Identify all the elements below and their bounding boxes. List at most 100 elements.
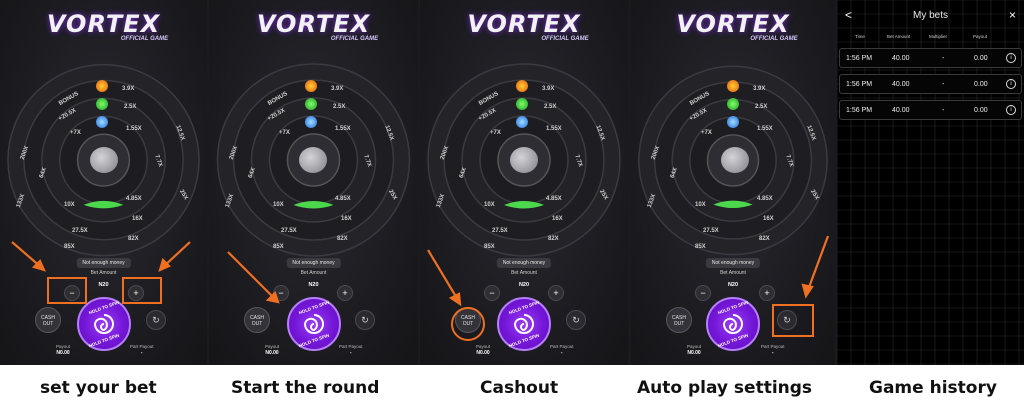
logo-subtitle: OFFICIAL GAME bbox=[750, 36, 798, 42]
autoplay-icon[interactable]: ↻ bbox=[355, 310, 375, 330]
ring-label: 1.55X bbox=[546, 126, 562, 132]
clover-icon bbox=[96, 98, 108, 110]
caption-autoplay: Auto play settings bbox=[637, 378, 813, 398]
payout-display: Payout N0.00 bbox=[265, 344, 279, 356]
ring-label: 3.9X bbox=[331, 86, 344, 92]
autoplay-icon[interactable]: ↻ bbox=[566, 310, 586, 330]
ring-label: 10X bbox=[695, 202, 706, 208]
cashout-button[interactable]: CASH OUT bbox=[35, 307, 61, 333]
cashout-label-2: OUT bbox=[251, 321, 263, 327]
ring-label: 4.85X bbox=[757, 196, 773, 202]
highlight-plus bbox=[122, 277, 162, 304]
vortex-logo: VORTEX OFFICIAL GAME bbox=[676, 10, 797, 42]
logo-subtitle: OFFICIAL GAME bbox=[120, 36, 169, 42]
hold-to-spin-button[interactable]: HOLD TO SPIN HOLD TO SPIN bbox=[76, 297, 131, 351]
payout-display: Payout N0.00 bbox=[56, 344, 70, 356]
col-time: Time bbox=[855, 34, 865, 39]
fire-icon bbox=[727, 80, 739, 92]
ring-label: 10X bbox=[484, 202, 495, 208]
info-icon[interactable]: i bbox=[1006, 79, 1016, 89]
not-enough-money-notice: Not enough money bbox=[705, 258, 761, 268]
payout-label: Payout bbox=[687, 344, 702, 349]
ring-label: 85X bbox=[64, 244, 75, 250]
caption-game-history: Game history bbox=[869, 378, 997, 398]
autoplay-icon[interactable]: ↻ bbox=[146, 310, 166, 330]
ring-label: 4.85X bbox=[546, 196, 562, 202]
payout-display: Payout N0.00 bbox=[687, 344, 701, 356]
info-icon[interactable]: i bbox=[1006, 105, 1016, 115]
caption-set-bet: set your bet bbox=[40, 378, 157, 398]
logo-subtitle: OFFICIAL GAME bbox=[541, 36, 589, 42]
ring-label: 1.55X bbox=[757, 126, 773, 132]
bet-row[interactable]: 1:56 PM 40.00 - 0.00 i bbox=[839, 48, 1022, 68]
increase-bet-button[interactable]: + bbox=[548, 285, 564, 301]
col-payout: Payout bbox=[973, 34, 988, 39]
cashout-button[interactable]: CASH OUT bbox=[244, 307, 270, 333]
row-time: 1:56 PM bbox=[846, 107, 873, 114]
bet-row[interactable]: 1:56 PM 40.00 - 0.00 i bbox=[839, 100, 1022, 120]
ring-label: 27.5X bbox=[281, 228, 297, 234]
ring-label: 1.55X bbox=[126, 126, 142, 132]
decrease-bet-button[interactable]: − bbox=[484, 285, 500, 301]
highlight-cashout bbox=[451, 307, 485, 341]
ring-label: 3.9X bbox=[122, 86, 135, 92]
game-panel-cashout: VORTEX OFFICIAL GAME BONUS 3.9X +20.5X 2… bbox=[420, 0, 628, 365]
not-enough-money-notice: Not enough money bbox=[286, 258, 341, 268]
payout-label: Payout bbox=[265, 344, 280, 349]
bet-amount-label: Bet Amount bbox=[720, 270, 746, 276]
ring-label: +7X bbox=[279, 130, 290, 136]
decrease-bet-button[interactable]: − bbox=[273, 285, 289, 301]
close-icon[interactable]: × bbox=[1009, 8, 1016, 22]
logo-text: VORTEX bbox=[676, 10, 790, 38]
ring-label: 85X bbox=[695, 244, 706, 250]
bet-row[interactable]: 1:56 PM 40.00 - 0.00 i bbox=[839, 74, 1022, 94]
decrease-bet-button[interactable]: − bbox=[695, 285, 711, 301]
my-bets-header: < My bets × bbox=[837, 8, 1024, 24]
row-payout: 0.00 bbox=[974, 107, 988, 114]
water-icon bbox=[96, 116, 108, 128]
ring-label: 85X bbox=[484, 244, 495, 250]
payout-value: N0.00 bbox=[476, 350, 490, 356]
ring-label: 2.5X bbox=[544, 104, 557, 110]
increase-bet-button[interactable]: + bbox=[759, 285, 775, 301]
back-icon[interactable]: < bbox=[845, 8, 852, 22]
ring-label: 4.85X bbox=[126, 196, 142, 202]
ring-label: 82X bbox=[548, 236, 559, 242]
part-payout-label: Part Payout bbox=[130, 344, 154, 349]
vortex-logo: VORTEX OFFICIAL GAME bbox=[47, 10, 168, 42]
row-multiplier: - bbox=[942, 107, 945, 114]
ring-label: 2.5X bbox=[124, 104, 137, 110]
caption-cashout: Cashout bbox=[480, 378, 559, 398]
ring-label: 27.5X bbox=[703, 228, 719, 234]
bet-amount-value: N20 bbox=[308, 282, 319, 288]
ring-label: 85X bbox=[273, 244, 284, 250]
row-payout: 0.00 bbox=[974, 55, 988, 62]
part-payout-label: Part Payout bbox=[761, 344, 785, 349]
not-enough-money-notice: Not enough money bbox=[76, 258, 131, 268]
clover-icon bbox=[516, 98, 528, 110]
ring-label: +7X bbox=[701, 130, 712, 136]
row-bet: 40.00 bbox=[892, 55, 910, 62]
ring-label: 10X bbox=[64, 202, 75, 208]
elephant-icon bbox=[299, 147, 327, 173]
info-icon[interactable]: i bbox=[1006, 53, 1016, 63]
bet-amount-value: N20 bbox=[518, 282, 530, 288]
game-panel-start-round: VORTEX OFFICIAL GAME BONUS 3.9X +20.5X 2… bbox=[209, 0, 418, 365]
water-icon bbox=[727, 116, 739, 128]
highlight-minus bbox=[47, 277, 87, 304]
row-time: 1:56 PM bbox=[846, 55, 873, 62]
cashout-button[interactable]: CASH OUT bbox=[666, 307, 692, 333]
increase-bet-button[interactable]: + bbox=[337, 285, 353, 301]
hold-to-spin-button[interactable]: HOLD TO SPIN HOLD TO SPIN bbox=[497, 297, 551, 351]
ring-label: 1.55X bbox=[335, 126, 351, 132]
clover-icon bbox=[305, 98, 317, 110]
ring-label: 82X bbox=[128, 236, 139, 242]
bet-amount-value: N20 bbox=[98, 282, 109, 288]
fire-icon bbox=[516, 80, 528, 92]
fire-icon bbox=[305, 80, 317, 92]
hold-to-spin-button[interactable]: HOLD TO SPIN HOLD TO SPIN bbox=[706, 297, 760, 351]
row-multiplier: - bbox=[942, 55, 945, 62]
payout-display: Payout N0.00 bbox=[476, 344, 490, 356]
col-multiplier: Multiplier bbox=[929, 34, 948, 39]
hold-to-spin-button[interactable]: HOLD TO SPIN HOLD TO SPIN bbox=[286, 297, 341, 351]
